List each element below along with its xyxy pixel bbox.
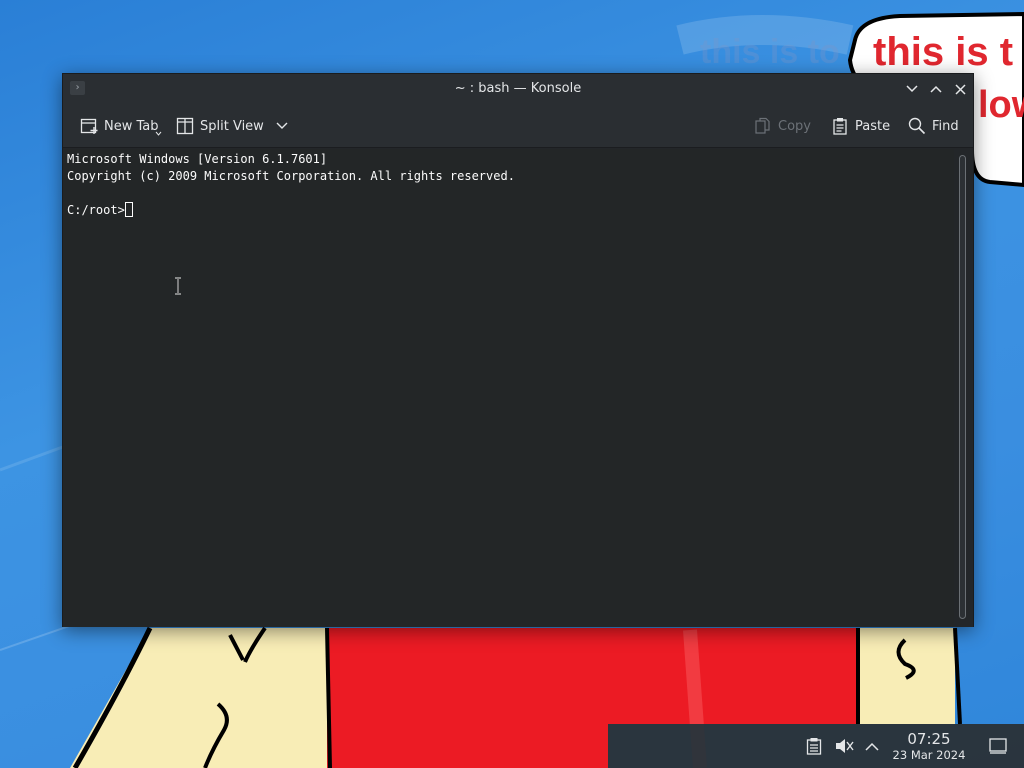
konsole-window: › ~ : bash — Konsole New Tab Split View [62,73,974,627]
new-tab-label: New Tab [104,118,159,134]
split-view-label: Split View [200,118,264,134]
terminal-scrollbar[interactable] [954,149,973,627]
ibeam-cursor-icon [175,277,181,295]
terminal-line: Microsoft Windows [Version 6.1.7601] [67,152,328,166]
search-icon [907,116,927,136]
clock[interactable]: 07:25 23 Mar 2024 [884,730,974,762]
shell-prompt: C:/root> [67,203,125,217]
text-cursor [124,202,133,217]
find-button[interactable]: Find [907,114,959,138]
prompt-line: C:/root> [67,202,952,219]
chevron-up-icon[interactable] [862,736,882,756]
new-tab-button[interactable]: New Tab [79,114,162,138]
close-button[interactable] [950,79,970,99]
copy-icon [753,116,773,136]
close-icon [954,83,966,95]
split-view-button[interactable]: Split View [175,114,288,138]
speech-bubble-text-line2: low [978,84,1024,126]
paste-icon [830,116,850,136]
volume-muted-icon[interactable] [834,736,854,756]
find-label: Find [932,118,959,134]
copy-button[interactable]: Copy [753,114,811,138]
chevron-up-icon [930,85,942,93]
paste-label: Paste [855,118,891,134]
toolbar: New Tab Split View Copy Paste Find [63,104,973,148]
dropdown-arrow-icon [155,131,162,136]
wallpaper-faint-text: this is to [700,33,840,71]
speech-bubble-text-line1: this is t [873,30,1014,74]
paste-button[interactable]: Paste [830,114,890,138]
chevron-down-icon [276,122,288,129]
terminal-output[interactable]: Microsoft Windows [Version 6.1.7601] Cop… [63,149,956,627]
title-bar[interactable]: › ~ : bash — Konsole [63,74,973,104]
clock-time: 07:25 [907,730,951,748]
minimize-button[interactable] [902,79,922,99]
system-tray: 07:25 23 Mar 2024 [608,724,1024,768]
split-view-icon [175,116,195,136]
terminal-line: Copyright (c) 2009 Microsoft Corporation… [67,169,515,183]
scrollbar-thumb[interactable] [959,155,966,619]
show-desktop-icon[interactable] [988,736,1008,756]
copy-label: Copy [778,118,811,134]
clock-date: 23 Mar 2024 [892,748,966,762]
maximize-button[interactable] [926,79,946,99]
chevron-down-icon [906,85,918,93]
new-tab-icon [79,116,99,136]
window-title: ~ : bash — Konsole [454,81,582,96]
clipboard-icon[interactable] [804,736,824,756]
